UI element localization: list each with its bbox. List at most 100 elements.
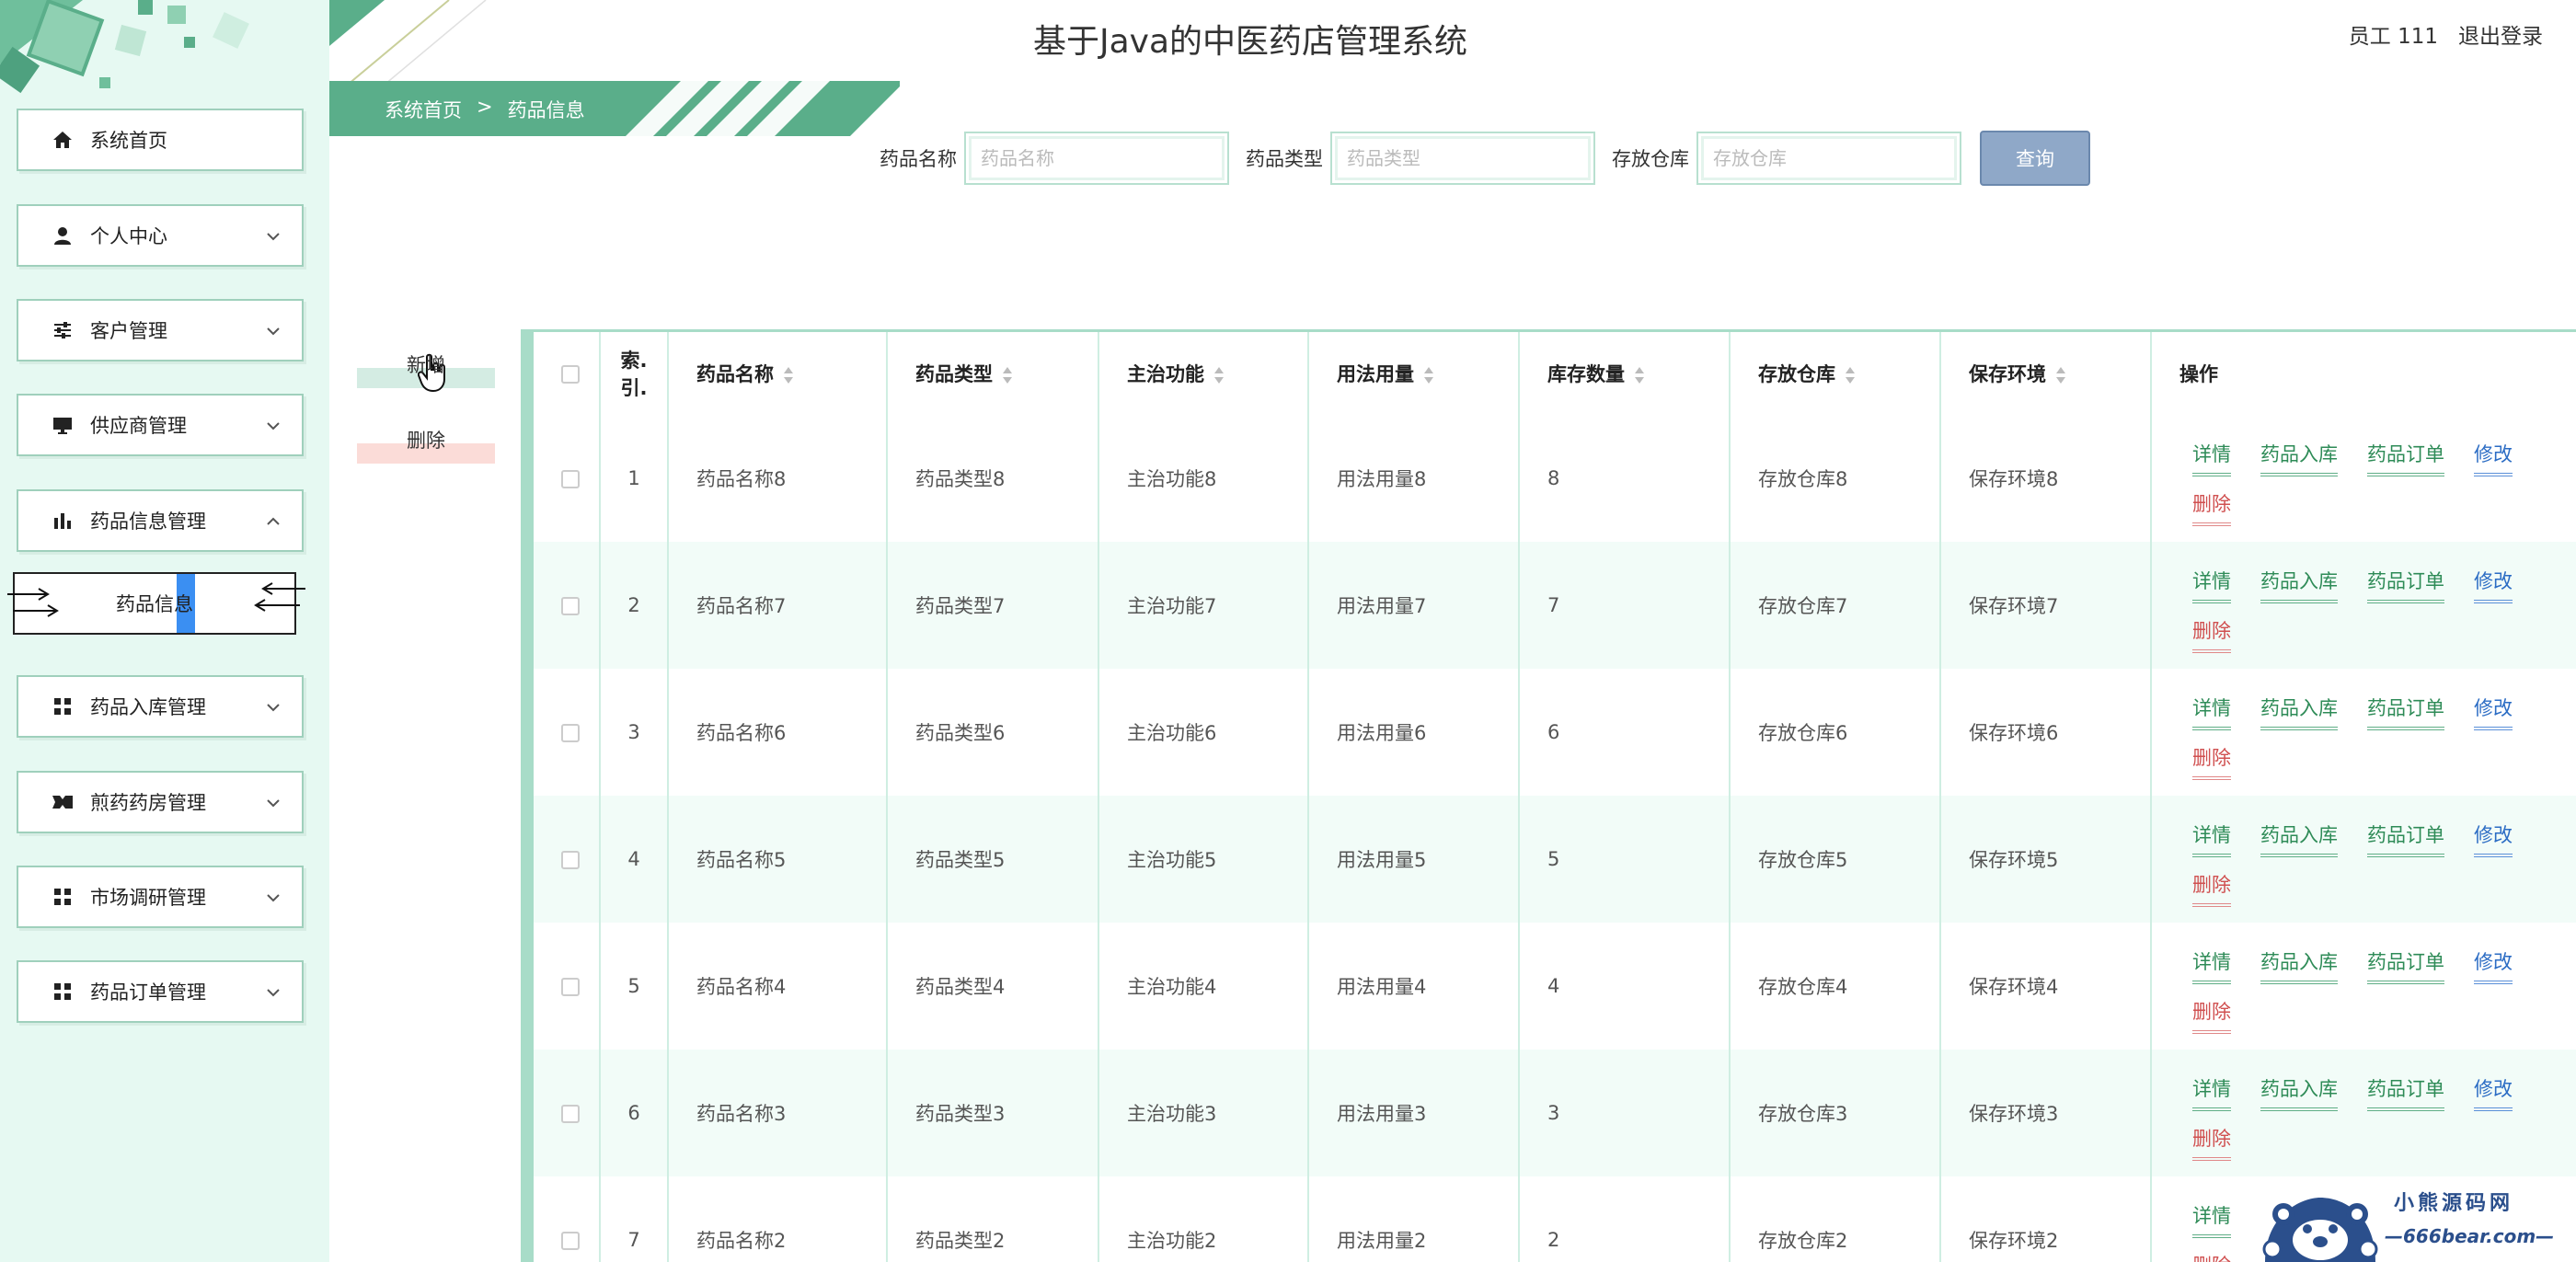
row-delete-link[interactable]: 删除 bbox=[2192, 997, 2231, 1034]
submenu-item-label: 药品信息 bbox=[116, 593, 193, 615]
column-header-stock[interactable]: 库存数量 bbox=[1519, 332, 1731, 415]
row-delete-link[interactable]: 删除 bbox=[2192, 743, 2231, 780]
edit-link[interactable]: 修改 bbox=[2474, 694, 2513, 730]
column-header-drug-type[interactable]: 药品类型 bbox=[887, 332, 1099, 415]
bar-chart-icon bbox=[50, 508, 75, 533]
detail-link[interactable]: 详情 bbox=[2192, 440, 2231, 476]
column-header-storage[interactable]: 保存环境 bbox=[1940, 332, 2152, 415]
sidebar-item-label: 药品信息管理 bbox=[90, 511, 206, 533]
row-checkbox[interactable] bbox=[561, 978, 580, 996]
cell-storage: 保存环境8 bbox=[1940, 415, 2152, 542]
sort-icon bbox=[1846, 367, 1855, 384]
column-header-usage[interactable]: 用法用量 bbox=[1308, 332, 1520, 415]
grid-icon bbox=[50, 884, 75, 910]
warehouse-label: 存放仓库 bbox=[1612, 148, 1689, 170]
row-checkbox[interactable] bbox=[561, 724, 580, 742]
inbound-link[interactable]: 药品入库 bbox=[2260, 567, 2338, 603]
order-link[interactable]: 药品订单 bbox=[2367, 694, 2444, 730]
edit-link[interactable]: 修改 bbox=[2474, 440, 2513, 476]
warehouse-input[interactable] bbox=[1696, 132, 1961, 185]
chevron-down-icon bbox=[267, 894, 280, 902]
cell-function: 主治功能8 bbox=[1098, 415, 1309, 542]
detail-link[interactable]: 详情 bbox=[2192, 1074, 2231, 1111]
order-link[interactable]: 药品订单 bbox=[2367, 820, 2444, 857]
table-header-row: 索. 引. 药品名称 药品类型 主治功能 用法用量 库存数量 存放仓库 保存环境… bbox=[534, 332, 2576, 415]
chevron-down-icon bbox=[267, 327, 280, 336]
cell-storage: 保存环境6 bbox=[1940, 669, 2152, 796]
row-select-cell bbox=[534, 1176, 601, 1262]
column-header-label: 用法用量 bbox=[1337, 363, 1414, 385]
inbound-link[interactable]: 药品入库 bbox=[2260, 440, 2338, 476]
row-delete-link[interactable]: 删除 bbox=[2192, 1124, 2231, 1161]
row-delete-link[interactable]: 删除 bbox=[2192, 870, 2231, 907]
column-header-warehouse[interactable]: 存放仓库 bbox=[1730, 332, 1941, 415]
select-all-checkbox[interactable] bbox=[561, 365, 580, 384]
column-header-function[interactable]: 主治功能 bbox=[1098, 332, 1309, 415]
query-button[interactable]: 查询 bbox=[1980, 131, 2090, 186]
row-checkbox[interactable] bbox=[561, 1232, 580, 1250]
logout-link[interactable]: 退出登录 bbox=[2458, 18, 2543, 50]
row-checkbox[interactable] bbox=[561, 1105, 580, 1123]
row-delete-link[interactable]: 删除 bbox=[2192, 616, 2231, 653]
table-row: 2 药品名称7 药品类型7 主治功能7 用法用量7 7 存放仓库7 保存环境7 详情 药品入库 药品… bbox=[534, 542, 2576, 669]
delete-button[interactable]: 删除 bbox=[357, 416, 495, 464]
table-row: 4 药品名称5 药品类型5 主治功能5 用法用量5 5 存放仓库5 保存环境5 详情 药品入库 药品… bbox=[534, 796, 2576, 923]
breadcrumb-home[interactable]: 系统首页 bbox=[385, 96, 462, 123]
detail-link[interactable]: 详情 bbox=[2192, 947, 2231, 984]
sort-icon bbox=[1635, 367, 1644, 384]
sidebar-item-label: 药品入库管理 bbox=[90, 696, 206, 718]
submenu-item-drug-info[interactable]: 药品信息 bbox=[7, 572, 305, 635]
drug-type-input[interactable] bbox=[1330, 132, 1595, 185]
sidebar-item-personal-center[interactable]: 个人中心 bbox=[17, 204, 304, 267]
inbound-link[interactable]: 药品入库 bbox=[2260, 1074, 2338, 1111]
detail-link[interactable]: 详情 bbox=[2192, 1201, 2231, 1238]
row-delete-link[interactable]: 删除 bbox=[2192, 1251, 2231, 1262]
edit-link[interactable]: 修改 bbox=[2474, 567, 2513, 603]
inbound-link[interactable]: 药品入库 bbox=[2260, 820, 2338, 857]
sidebar-item-suppliers[interactable]: 供应商管理 bbox=[17, 394, 304, 456]
sidebar-item-market-research[interactable]: 市场调研管理 bbox=[17, 866, 304, 928]
row-checkbox[interactable] bbox=[561, 597, 580, 615]
inbound-link[interactable]: 药品入库 bbox=[2260, 694, 2338, 730]
edit-link[interactable]: 修改 bbox=[2474, 1074, 2513, 1111]
order-link[interactable]: 药品订单 bbox=[2367, 567, 2444, 603]
chevron-down-icon bbox=[267, 422, 280, 430]
user-icon bbox=[50, 223, 75, 248]
sidebar-item-customers[interactable]: 客户管理 bbox=[17, 299, 304, 361]
cell-operations: 详情药品入库药品订单修改删除 bbox=[2151, 1050, 2576, 1176]
detail-link[interactable]: 详情 bbox=[2192, 820, 2231, 857]
cell-index: 2 bbox=[600, 542, 669, 669]
column-header-drug-name[interactable]: 药品名称 bbox=[668, 332, 888, 415]
column-header-label: 库存数量 bbox=[1547, 363, 1625, 385]
table-row: 6 药品名称3 药品类型3 主治功能3 用法用量3 3 存放仓库3 保存环境3 详情 药品入库 药品… bbox=[534, 1050, 2576, 1176]
sidebar-item-drug-orders[interactable]: 药品订单管理 bbox=[17, 960, 304, 1023]
drug-name-input[interactable] bbox=[964, 132, 1229, 185]
cell-drug-type: 药品类型4 bbox=[887, 923, 1099, 1050]
cell-drug-name: 药品名称2 bbox=[668, 1176, 888, 1262]
sidebar-item-drug-info-management[interactable]: 药品信息管理 bbox=[17, 489, 304, 552]
cell-operations: 详情药品入库药品订单修改删除 bbox=[2151, 796, 2576, 923]
row-delete-link[interactable]: 删除 bbox=[2192, 489, 2231, 526]
row-checkbox[interactable] bbox=[561, 470, 580, 488]
breadcrumb-separator: > bbox=[477, 96, 493, 118]
edit-link[interactable]: 修改 bbox=[2474, 947, 2513, 984]
detail-link[interactable]: 详情 bbox=[2192, 567, 2231, 603]
edit-link[interactable]: 修改 bbox=[2474, 820, 2513, 857]
detail-link[interactable]: 详情 bbox=[2192, 694, 2231, 730]
sidebar-item-decoction-pharmacy[interactable]: 煎药药房管理 bbox=[17, 771, 304, 833]
cell-stock: 8 bbox=[1519, 415, 1731, 542]
sidebar-item-drug-inbound[interactable]: 药品入库管理 bbox=[17, 675, 304, 738]
order-link[interactable]: 药品订单 bbox=[2367, 1074, 2444, 1111]
cell-index: 5 bbox=[600, 923, 669, 1050]
row-checkbox[interactable] bbox=[561, 851, 580, 869]
inbound-link[interactable]: 药品入库 bbox=[2260, 947, 2338, 984]
home-icon bbox=[50, 127, 75, 153]
chevron-down-icon bbox=[267, 704, 280, 712]
table-body: 1 药品名称8 药品类型8 主治功能8 用法用量8 8 存放仓库8 保存环境8 详情 药品入库 药品… bbox=[534, 415, 2576, 1262]
order-link[interactable]: 药品订单 bbox=[2367, 440, 2444, 476]
sidebar-item-home[interactable]: 系统首页 bbox=[17, 109, 304, 171]
cell-drug-name: 药品名称4 bbox=[668, 923, 888, 1050]
order-link[interactable]: 药品订单 bbox=[2367, 947, 2444, 984]
cell-function: 主治功能6 bbox=[1098, 669, 1309, 796]
drug-type-label: 药品类型 bbox=[1246, 148, 1323, 170]
